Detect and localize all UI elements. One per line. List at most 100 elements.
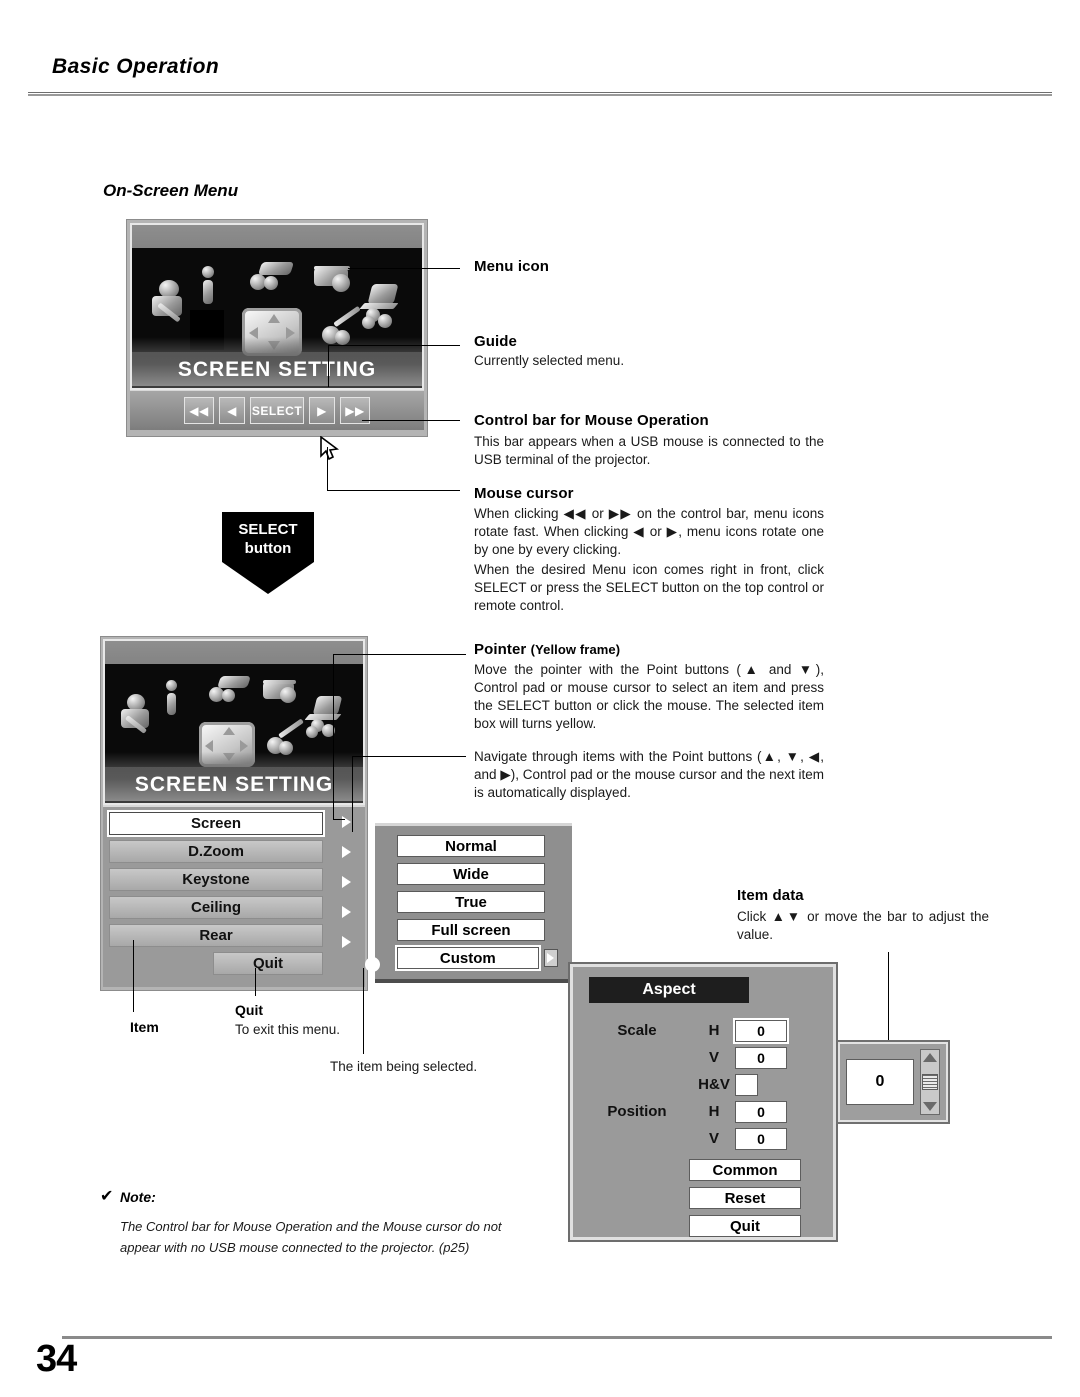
submenu-item-full-screen[interactable]: Full screen bbox=[397, 919, 545, 941]
callout-being-selected: The item being selected. bbox=[330, 1059, 478, 1074]
leader-mouse-cursor bbox=[327, 490, 460, 491]
leader-control-bar bbox=[362, 420, 460, 421]
aspect-value-position-h[interactable]: 0 bbox=[735, 1100, 787, 1123]
leader-quit-vert bbox=[255, 968, 256, 996]
osd-screenshot-2: SCREEN SETTING Screen D.Zoom Keystone Ce… bbox=[100, 636, 368, 991]
remote-control-icon bbox=[250, 261, 295, 294]
callout-item-data-heading: Item data bbox=[737, 887, 804, 904]
menu-item-rear[interactable]: Rear bbox=[109, 924, 323, 947]
note-label: Note: bbox=[120, 1189, 156, 1205]
callout-item-label: Item bbox=[130, 1019, 159, 1035]
submenu-item-custom[interactable]: Custom bbox=[395, 945, 541, 971]
right-glyph-icon: ▶ bbox=[666, 524, 679, 539]
control-bar-next-button[interactable]: ▶ bbox=[309, 397, 335, 424]
callout-guide-heading: Guide bbox=[474, 333, 518, 350]
leader-item-data-vert bbox=[888, 952, 889, 1040]
aspect-row-label-scale: Scale bbox=[617, 1022, 657, 1039]
aspect-row-label-position: Position bbox=[607, 1103, 667, 1120]
mc-text-b: or bbox=[586, 506, 609, 521]
osd-screenshot-1: SCREEN SETTING ◀◀ ◀ SELECT ▶ ▶▶ bbox=[126, 219, 428, 437]
submenu-item-true[interactable]: True bbox=[397, 891, 545, 913]
callout-control-bar-body: This bar appears when a USB mouse is con… bbox=[474, 434, 824, 467]
itemdata-text-a: Click bbox=[737, 909, 772, 924]
scroll-down-arrow-icon[interactable] bbox=[923, 1102, 937, 1111]
mouse-control-bar[interactable]: ◀◀ ◀ SELECT ▶ ▶▶ bbox=[130, 390, 424, 430]
scrollbar-thumb[interactable] bbox=[922, 1074, 938, 1090]
control-bar-select-button[interactable]: SELECT bbox=[250, 397, 304, 424]
menu-item-keystone[interactable]: Keystone bbox=[109, 868, 323, 891]
control-bar-prev-button[interactable]: ◀ bbox=[219, 397, 245, 424]
leader-pointer bbox=[333, 654, 466, 655]
aspect-value-scale-v[interactable]: 0 bbox=[735, 1046, 787, 1069]
callout-mouse-cursor-heading: Mouse cursor bbox=[474, 485, 574, 502]
scroll-up-arrow-icon[interactable] bbox=[923, 1053, 937, 1062]
submenu-arrow-icon[interactable] bbox=[341, 816, 351, 828]
submenu-arrow-icon[interactable] bbox=[341, 936, 351, 948]
menu-item-screen[interactable]: Screen bbox=[107, 810, 325, 837]
osd-screen-area-2: SCREEN SETTING bbox=[103, 639, 365, 805]
aspect-reset-button[interactable]: Reset bbox=[689, 1187, 801, 1209]
setting-icon bbox=[314, 265, 356, 296]
control-bar-rewind-button[interactable]: ◀◀ bbox=[184, 397, 214, 424]
submenu-arrow-icon[interactable] bbox=[341, 876, 351, 888]
menu-item-quit[interactable]: Quit bbox=[213, 952, 323, 975]
aspect-value-hv-checkbox[interactable] bbox=[735, 1073, 758, 1096]
aspect-value-scale-h[interactable]: 0 bbox=[733, 1017, 789, 1044]
down-glyph-icon: ▼ bbox=[785, 749, 801, 764]
left-glyph-icon: ◀ bbox=[808, 749, 821, 764]
select-button-line2: button bbox=[244, 540, 292, 557]
pc-adjust-icon-2 bbox=[303, 695, 351, 740]
aspect-dialog-title: Aspect bbox=[589, 977, 749, 1003]
callout-control-bar-heading: Control bar for Mouse Operation bbox=[474, 412, 709, 429]
select-button-line1: SELECT bbox=[238, 521, 298, 538]
custom-expand-arrow-icon[interactable] bbox=[543, 949, 558, 967]
note-check-icon: ✔ bbox=[100, 1188, 114, 1205]
aspect-axis-pos-v: V bbox=[708, 1130, 719, 1147]
value-adjuster-scrollbar[interactable] bbox=[920, 1049, 940, 1115]
select-arrow-head bbox=[222, 562, 314, 594]
service-icon-2 bbox=[119, 693, 157, 740]
down-glyph-icon: ▼ bbox=[786, 909, 802, 924]
footer-divider bbox=[62, 1336, 1052, 1339]
up-glyph-icon: ▲ bbox=[761, 749, 778, 764]
submenu-item-wide[interactable]: Wide bbox=[397, 863, 545, 885]
pointer-heading-sub: (Yellow frame) bbox=[530, 642, 621, 657]
header-divider bbox=[28, 92, 1052, 96]
mc-text-d: or bbox=[644, 524, 667, 539]
aspect-quit-button[interactable]: Quit bbox=[689, 1215, 801, 1237]
leader-navigate-vert bbox=[352, 756, 353, 832]
information-icon bbox=[199, 265, 217, 306]
submenu-anchor-dot bbox=[366, 958, 379, 971]
section-heading: On-Screen Menu bbox=[103, 181, 239, 200]
submenu-item-normal[interactable]: Normal bbox=[397, 835, 545, 857]
leader-guide-vert bbox=[328, 345, 329, 387]
information-icon-2 bbox=[163, 679, 180, 718]
menu-item-ceiling[interactable]: Ceiling bbox=[109, 896, 323, 919]
callout-navigate-body: Navigate through items with the Point bu… bbox=[474, 748, 824, 802]
aspect-value-position-v[interactable]: 0 bbox=[735, 1127, 787, 1150]
callout-mouse-cursor-para1: When clicking ◀◀ or ▶▶ on the control ba… bbox=[474, 505, 824, 559]
menu-item-dzoom[interactable]: D.Zoom bbox=[109, 840, 323, 863]
leader-menu-icon bbox=[348, 268, 460, 269]
submenu-arrow-icon[interactable] bbox=[341, 906, 351, 918]
service-icon bbox=[150, 279, 190, 328]
submenu-arrow-column bbox=[327, 807, 365, 987]
value-adjuster-readout[interactable]: 0 bbox=[846, 1059, 914, 1105]
submenu-arrow-icon[interactable] bbox=[341, 846, 351, 858]
note-line-1: The Control bar for Mouse Operation and … bbox=[120, 1219, 502, 1234]
leader-navigate bbox=[352, 756, 466, 757]
callout-menu-icon-heading: Menu icon bbox=[474, 258, 550, 275]
aspect-common-button[interactable]: Common bbox=[689, 1159, 801, 1181]
aspect-axis-v: V bbox=[708, 1049, 719, 1066]
pointer-heading-text: Pointer bbox=[474, 641, 527, 658]
up-glyph-icon: ▲ bbox=[771, 909, 787, 924]
aspect-axis-hv: H&V bbox=[698, 1076, 730, 1093]
note-line-2: appear with no USB mouse connected to th… bbox=[120, 1240, 470, 1255]
screen-setting-menu: Screen D.Zoom Keystone Ceiling Rear Quit bbox=[103, 805, 365, 987]
callout-quit-body: To exit this menu. bbox=[235, 1022, 341, 1037]
left-glyph-icon: ◀ bbox=[633, 524, 645, 539]
callout-mouse-cursor-para2: When the desired Menu icon comes right i… bbox=[474, 562, 824, 613]
ptr-text-b: and bbox=[761, 662, 799, 677]
leader-being-selected-vert bbox=[363, 968, 364, 1054]
osd-guide-label-2: SCREEN SETTING bbox=[105, 752, 363, 801]
